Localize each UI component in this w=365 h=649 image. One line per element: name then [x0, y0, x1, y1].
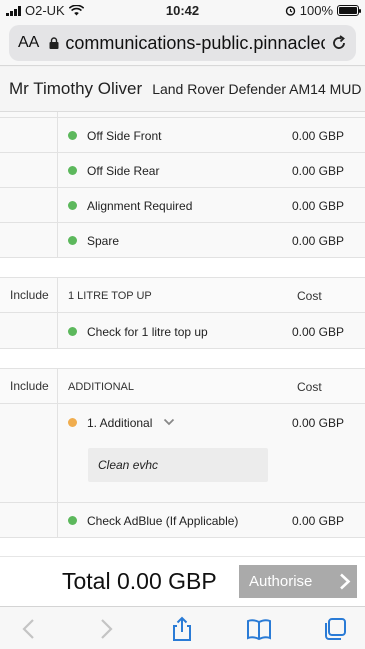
- battery-percent: 100%: [299, 3, 333, 18]
- chevron-right-icon: [340, 573, 351, 590]
- authorise-label: Authorise: [249, 573, 313, 590]
- status-dot-amber: [68, 418, 77, 427]
- reader-button[interactable]: AA: [18, 34, 39, 52]
- browser-toolbar: [0, 606, 365, 649]
- list-item: Spare 0.00 GBP: [0, 223, 365, 258]
- battery-level: [339, 7, 357, 14]
- item-label: Spare: [87, 234, 120, 248]
- list-item: Off Side Front 0.00 GBP: [0, 118, 365, 153]
- item-label: Off Side Rear: [87, 164, 160, 178]
- include-column-header: Include: [0, 369, 58, 403]
- item-label: Alignment Required: [87, 199, 193, 213]
- include-column-header: Include: [0, 278, 58, 312]
- item-price: 0.00 GBP: [291, 164, 344, 178]
- list-item: Alignment Required 0.00 GBP: [0, 188, 365, 223]
- health-check-list[interactable]: Off Side Front 0.00 GBP Off Side Rear 0.…: [0, 112, 365, 556]
- item-price: 0.00 GBP: [291, 416, 344, 430]
- cost-column-header: Cost: [297, 380, 322, 394]
- item-price: 0.00 GBP: [291, 325, 344, 339]
- section-gap: [0, 349, 365, 369]
- back-icon[interactable]: [17, 616, 43, 642]
- item-label: Off Side Front: [87, 129, 162, 143]
- item-label: Check AdBlue (If Applicable): [87, 514, 239, 528]
- section-gap: [0, 258, 365, 278]
- item-price: 0.00 GBP: [291, 199, 344, 213]
- list-item: Off Side Rear 0.00 GBP: [0, 153, 365, 188]
- list-item: Check for 1 litre top up 0.00 GBP: [0, 313, 365, 349]
- lock-icon: [49, 37, 59, 49]
- status-bar: O2-UK 10:42 100%: [0, 0, 365, 20]
- status-dot-green: [68, 201, 77, 210]
- section-gap: [0, 538, 365, 556]
- url-field[interactable]: AA communications-public.pinnacleco: [9, 25, 356, 61]
- status-dot-green: [68, 327, 77, 336]
- alarm-icon: [285, 6, 295, 16]
- list-item: Check AdBlue (If Applicable) 0.00 GBP: [0, 503, 365, 538]
- item-price: 0.00 GBP: [291, 234, 344, 248]
- section-title: 1 LITRE TOP UP: [68, 290, 152, 302]
- vehicle-details: Land Rover Defender AM14 MUD: [152, 81, 362, 97]
- customer-header: Mr Timothy Oliver Land Rover Defender AM…: [0, 67, 365, 112]
- battery-icon: [337, 5, 361, 16]
- total-bar: Total 0.00 GBP Authorise: [0, 556, 365, 606]
- list-item-expanded: 1. Additional 0.00 GBP Clean evhc: [0, 404, 365, 503]
- item-label: 1. Additional: [87, 416, 153, 430]
- bookmarks-icon[interactable]: [246, 616, 272, 642]
- url-text[interactable]: communications-public.pinnacleco: [65, 33, 325, 54]
- authorise-button[interactable]: Authorise: [239, 565, 357, 598]
- forward-icon[interactable]: [92, 616, 118, 642]
- tabs-icon[interactable]: [322, 616, 348, 642]
- reload-icon[interactable]: [329, 33, 349, 53]
- section-title: ADDITIONAL: [68, 381, 135, 393]
- chevron-down-icon[interactable]: [163, 416, 175, 428]
- status-dot-green: [68, 236, 77, 245]
- total-amount: Total 0.00 GBP: [62, 568, 217, 594]
- cost-column-header: Cost: [297, 289, 322, 303]
- browser-address-bar: AA communications-public.pinnacleco: [0, 20, 365, 66]
- item-price: 0.00 GBP: [291, 129, 344, 143]
- status-dot-green: [68, 166, 77, 175]
- status-dot-green: [68, 131, 77, 140]
- item-note: Clean evhc: [88, 448, 268, 482]
- item-label: Check for 1 litre top up: [87, 325, 208, 339]
- item-price: 0.00 GBP: [291, 514, 344, 528]
- section-header-topup: Include 1 LITRE TOP UP Cost: [0, 278, 365, 313]
- section-header-additional: Include ADDITIONAL Cost: [0, 369, 365, 404]
- customer-name: Mr Timothy Oliver: [9, 79, 143, 98]
- share-icon[interactable]: [169, 616, 195, 642]
- status-dot-green: [68, 516, 77, 525]
